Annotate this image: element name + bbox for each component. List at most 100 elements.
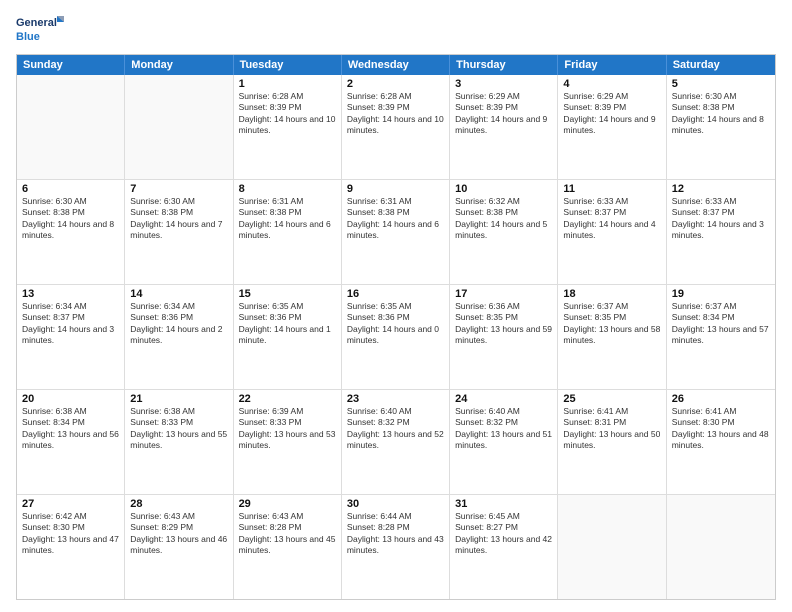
header-cell-friday: Friday	[558, 55, 666, 75]
cal-cell	[125, 75, 233, 179]
cell-info: Sunrise: 6:31 AM Sunset: 8:38 PM Dayligh…	[239, 196, 336, 242]
cell-info: Sunrise: 6:42 AM Sunset: 8:30 PM Dayligh…	[22, 511, 119, 557]
cal-cell: 3Sunrise: 6:29 AM Sunset: 8:39 PM Daylig…	[450, 75, 558, 179]
cell-info: Sunrise: 6:29 AM Sunset: 8:39 PM Dayligh…	[455, 91, 552, 137]
cal-cell	[17, 75, 125, 179]
day-number: 15	[239, 288, 336, 300]
cal-cell: 15Sunrise: 6:35 AM Sunset: 8:36 PM Dayli…	[234, 285, 342, 389]
day-number: 30	[347, 498, 444, 510]
cell-info: Sunrise: 6:28 AM Sunset: 8:39 PM Dayligh…	[347, 91, 444, 137]
cell-info: Sunrise: 6:41 AM Sunset: 8:31 PM Dayligh…	[563, 406, 660, 452]
cal-cell	[667, 495, 775, 599]
day-number: 8	[239, 183, 336, 195]
day-number: 7	[130, 183, 227, 195]
cal-cell	[558, 495, 666, 599]
cal-cell: 20Sunrise: 6:38 AM Sunset: 8:34 PM Dayli…	[17, 390, 125, 494]
cal-week-2: 13Sunrise: 6:34 AM Sunset: 8:37 PM Dayli…	[17, 285, 775, 390]
cell-info: Sunrise: 6:35 AM Sunset: 8:36 PM Dayligh…	[239, 301, 336, 347]
day-number: 9	[347, 183, 444, 195]
cal-cell: 5Sunrise: 6:30 AM Sunset: 8:38 PM Daylig…	[667, 75, 775, 179]
header-cell-saturday: Saturday	[667, 55, 775, 75]
day-number: 19	[672, 288, 770, 300]
cal-cell: 12Sunrise: 6:33 AM Sunset: 8:37 PM Dayli…	[667, 180, 775, 284]
cell-info: Sunrise: 6:31 AM Sunset: 8:38 PM Dayligh…	[347, 196, 444, 242]
day-number: 3	[455, 78, 552, 90]
cal-cell: 8Sunrise: 6:31 AM Sunset: 8:38 PM Daylig…	[234, 180, 342, 284]
day-number: 25	[563, 393, 660, 405]
logo-svg: General Blue	[16, 12, 66, 48]
cal-week-3: 20Sunrise: 6:38 AM Sunset: 8:34 PM Dayli…	[17, 390, 775, 495]
day-number: 18	[563, 288, 660, 300]
calendar-header: SundayMondayTuesdayWednesdayThursdayFrid…	[17, 55, 775, 75]
cell-info: Sunrise: 6:30 AM Sunset: 8:38 PM Dayligh…	[130, 196, 227, 242]
day-number: 4	[563, 78, 660, 90]
svg-text:General: General	[16, 17, 57, 29]
cell-info: Sunrise: 6:30 AM Sunset: 8:38 PM Dayligh…	[672, 91, 770, 137]
cell-info: Sunrise: 6:37 AM Sunset: 8:35 PM Dayligh…	[563, 301, 660, 347]
cell-info: Sunrise: 6:34 AM Sunset: 8:37 PM Dayligh…	[22, 301, 119, 347]
cell-info: Sunrise: 6:35 AM Sunset: 8:36 PM Dayligh…	[347, 301, 444, 347]
header-cell-wednesday: Wednesday	[342, 55, 450, 75]
header-cell-thursday: Thursday	[450, 55, 558, 75]
cal-cell: 17Sunrise: 6:36 AM Sunset: 8:35 PM Dayli…	[450, 285, 558, 389]
cell-info: Sunrise: 6:40 AM Sunset: 8:32 PM Dayligh…	[455, 406, 552, 452]
cell-info: Sunrise: 6:30 AM Sunset: 8:38 PM Dayligh…	[22, 196, 119, 242]
day-number: 22	[239, 393, 336, 405]
header: General Blue	[16, 12, 776, 48]
cal-cell: 11Sunrise: 6:33 AM Sunset: 8:37 PM Dayli…	[558, 180, 666, 284]
cal-cell: 24Sunrise: 6:40 AM Sunset: 8:32 PM Dayli…	[450, 390, 558, 494]
cell-info: Sunrise: 6:41 AM Sunset: 8:30 PM Dayligh…	[672, 406, 770, 452]
cal-cell: 10Sunrise: 6:32 AM Sunset: 8:38 PM Dayli…	[450, 180, 558, 284]
day-number: 10	[455, 183, 552, 195]
day-number: 2	[347, 78, 444, 90]
calendar-body: 1Sunrise: 6:28 AM Sunset: 8:39 PM Daylig…	[17, 75, 775, 599]
cal-cell: 29Sunrise: 6:43 AM Sunset: 8:28 PM Dayli…	[234, 495, 342, 599]
page: General Blue SundayMondayTuesdayWednesda…	[0, 0, 792, 612]
day-number: 12	[672, 183, 770, 195]
day-number: 31	[455, 498, 552, 510]
cell-info: Sunrise: 6:28 AM Sunset: 8:39 PM Dayligh…	[239, 91, 336, 137]
cal-cell: 23Sunrise: 6:40 AM Sunset: 8:32 PM Dayli…	[342, 390, 450, 494]
cal-cell: 31Sunrise: 6:45 AM Sunset: 8:27 PM Dayli…	[450, 495, 558, 599]
cell-info: Sunrise: 6:38 AM Sunset: 8:33 PM Dayligh…	[130, 406, 227, 452]
cal-cell: 26Sunrise: 6:41 AM Sunset: 8:30 PM Dayli…	[667, 390, 775, 494]
cal-cell: 14Sunrise: 6:34 AM Sunset: 8:36 PM Dayli…	[125, 285, 233, 389]
day-number: 13	[22, 288, 119, 300]
cal-cell: 16Sunrise: 6:35 AM Sunset: 8:36 PM Dayli…	[342, 285, 450, 389]
day-number: 26	[672, 393, 770, 405]
cell-info: Sunrise: 6:39 AM Sunset: 8:33 PM Dayligh…	[239, 406, 336, 452]
cal-cell: 6Sunrise: 6:30 AM Sunset: 8:38 PM Daylig…	[17, 180, 125, 284]
cell-info: Sunrise: 6:43 AM Sunset: 8:28 PM Dayligh…	[239, 511, 336, 557]
header-cell-sunday: Sunday	[17, 55, 125, 75]
cell-info: Sunrise: 6:32 AM Sunset: 8:38 PM Dayligh…	[455, 196, 552, 242]
cal-cell: 28Sunrise: 6:43 AM Sunset: 8:29 PM Dayli…	[125, 495, 233, 599]
cal-cell: 19Sunrise: 6:37 AM Sunset: 8:34 PM Dayli…	[667, 285, 775, 389]
cal-week-1: 6Sunrise: 6:30 AM Sunset: 8:38 PM Daylig…	[17, 180, 775, 285]
cell-info: Sunrise: 6:33 AM Sunset: 8:37 PM Dayligh…	[672, 196, 770, 242]
cell-info: Sunrise: 6:43 AM Sunset: 8:29 PM Dayligh…	[130, 511, 227, 557]
cell-info: Sunrise: 6:37 AM Sunset: 8:34 PM Dayligh…	[672, 301, 770, 347]
cal-cell: 4Sunrise: 6:29 AM Sunset: 8:39 PM Daylig…	[558, 75, 666, 179]
day-number: 28	[130, 498, 227, 510]
day-number: 14	[130, 288, 227, 300]
day-number: 16	[347, 288, 444, 300]
day-number: 5	[672, 78, 770, 90]
cal-cell: 18Sunrise: 6:37 AM Sunset: 8:35 PM Dayli…	[558, 285, 666, 389]
day-number: 11	[563, 183, 660, 195]
cal-cell: 27Sunrise: 6:42 AM Sunset: 8:30 PM Dayli…	[17, 495, 125, 599]
cell-info: Sunrise: 6:38 AM Sunset: 8:34 PM Dayligh…	[22, 406, 119, 452]
cal-week-0: 1Sunrise: 6:28 AM Sunset: 8:39 PM Daylig…	[17, 75, 775, 180]
day-number: 27	[22, 498, 119, 510]
calendar: SundayMondayTuesdayWednesdayThursdayFrid…	[16, 54, 776, 600]
day-number: 29	[239, 498, 336, 510]
cell-info: Sunrise: 6:33 AM Sunset: 8:37 PM Dayligh…	[563, 196, 660, 242]
cell-info: Sunrise: 6:45 AM Sunset: 8:27 PM Dayligh…	[455, 511, 552, 557]
cal-week-4: 27Sunrise: 6:42 AM Sunset: 8:30 PM Dayli…	[17, 495, 775, 599]
cell-info: Sunrise: 6:36 AM Sunset: 8:35 PM Dayligh…	[455, 301, 552, 347]
cal-cell: 30Sunrise: 6:44 AM Sunset: 8:28 PM Dayli…	[342, 495, 450, 599]
svg-text:Blue: Blue	[16, 31, 40, 43]
header-cell-monday: Monday	[125, 55, 233, 75]
cal-cell: 9Sunrise: 6:31 AM Sunset: 8:38 PM Daylig…	[342, 180, 450, 284]
day-number: 20	[22, 393, 119, 405]
cal-cell: 2Sunrise: 6:28 AM Sunset: 8:39 PM Daylig…	[342, 75, 450, 179]
